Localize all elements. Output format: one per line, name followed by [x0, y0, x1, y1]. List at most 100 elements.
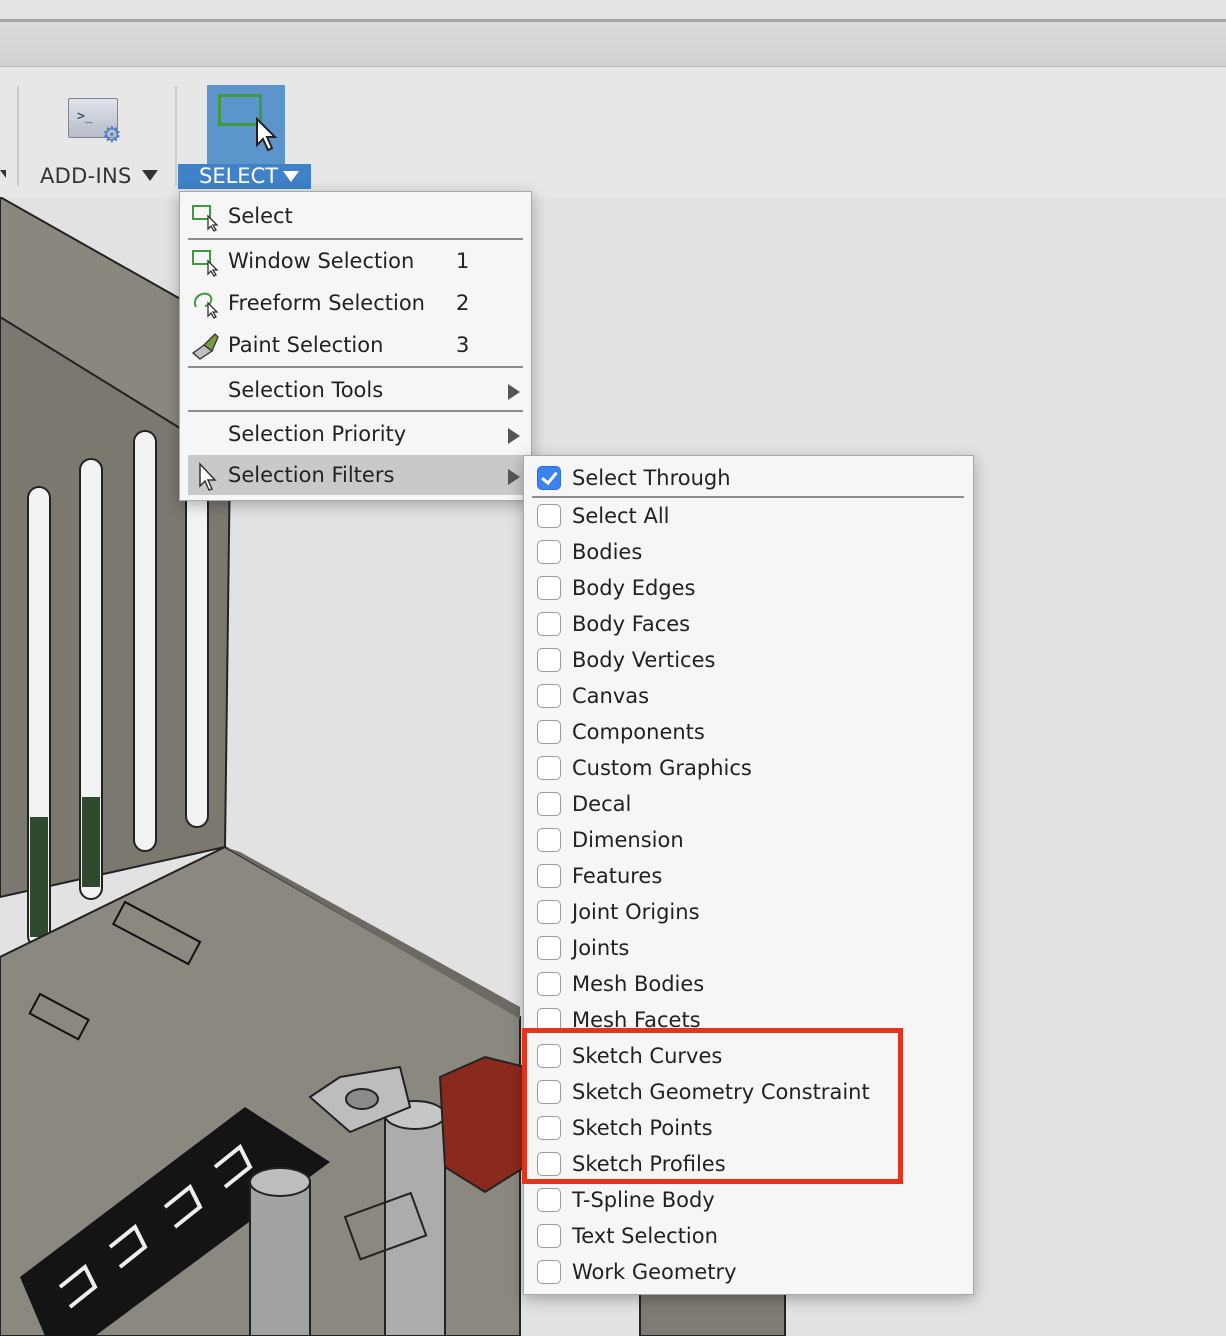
filter-item-features[interactable]: Features — [524, 859, 973, 895]
menu-separator — [188, 410, 523, 412]
filter-item-body-edges[interactable]: Body Edges — [524, 571, 973, 607]
filter-item-label: Sketch Curves — [572, 1044, 723, 1068]
checkbox[interactable] — [537, 1260, 561, 1284]
checkbox[interactable] — [537, 1224, 561, 1248]
filter-item-bodies[interactable]: Bodies — [524, 535, 973, 571]
filter-item-label: Components — [572, 720, 705, 744]
filter-item-canvas[interactable]: Canvas — [524, 679, 973, 715]
filter-item-t-spline-body[interactable]: T-Spline Body — [524, 1183, 973, 1219]
checkbox[interactable] — [537, 972, 561, 996]
filter-item-label: Decal — [572, 792, 632, 816]
filter-item-components[interactable]: Components — [524, 715, 973, 751]
checkbox[interactable] — [537, 864, 561, 888]
filter-item-label: Custom Graphics — [572, 756, 752, 780]
filter-item-label: Select All — [572, 504, 670, 528]
select-dropdown-menu: Select Window Selection 1 Freeform Selec… — [179, 191, 532, 501]
filter-item-decal[interactable]: Decal — [524, 787, 973, 823]
menu-shortcut: 3 — [456, 333, 470, 357]
filter-item-body-vertices[interactable]: Body Vertices — [524, 643, 973, 679]
select-button[interactable] — [207, 85, 285, 165]
checkbox[interactable] — [537, 1116, 561, 1140]
filter-item-sketch-geometry-constraint[interactable]: Sketch Geometry Constraint — [524, 1075, 973, 1111]
addins-dropdown-caret-icon[interactable] — [142, 170, 158, 181]
checkbox[interactable] — [537, 1044, 561, 1068]
menu-item-label: Select — [228, 204, 293, 228]
menu-item-label: Selection Filters — [228, 463, 395, 487]
checkbox[interactable] — [537, 648, 561, 672]
selection-filters-submenu: Select Through Select All Bodies Body Ed… — [523, 455, 974, 1295]
filter-item-joints[interactable]: Joints — [524, 931, 973, 967]
checkbox[interactable] — [537, 1008, 561, 1032]
filter-item-label: Sketch Profiles — [572, 1152, 726, 1176]
filter-item-label: Dimension — [572, 828, 684, 852]
addins-button-label[interactable]: ADD-INS — [40, 164, 132, 188]
submenu-arrow-icon — [508, 469, 520, 485]
menu-separator — [188, 238, 523, 240]
filter-item-sketch-points[interactable]: Sketch Points — [524, 1111, 973, 1147]
filter-item-select-all[interactable]: Select All — [524, 499, 973, 535]
menu-item-selection-filters[interactable]: Selection Filters — [188, 455, 531, 495]
prompt-glyph: >_ — [77, 109, 93, 124]
submenu-arrow-icon — [508, 384, 520, 400]
menu-shortcut: 1 — [456, 249, 470, 273]
checkbox[interactable] — [537, 576, 561, 600]
filter-item-sketch-curves[interactable]: Sketch Curves — [524, 1039, 973, 1075]
menu-separator — [188, 366, 523, 368]
filter-item-mesh-facets[interactable]: Mesh Facets — [524, 1003, 973, 1039]
filter-item-mesh-bodies[interactable]: Mesh Bodies — [524, 967, 973, 1003]
checkbox[interactable] — [537, 828, 561, 852]
title-strip — [0, 22, 1226, 67]
filter-item-label: Body Vertices — [572, 648, 716, 672]
menu-item-label: Selection Tools — [228, 378, 384, 402]
previous-group-caret-icon[interactable] — [0, 170, 6, 178]
filter-item-label: Mesh Facets — [572, 1008, 701, 1032]
filter-item-work-geometry[interactable]: Work Geometry — [524, 1255, 973, 1291]
filter-item-text-selection[interactable]: Text Selection — [524, 1219, 973, 1255]
filter-item-dimension[interactable]: Dimension — [524, 823, 973, 859]
window-select-icon — [192, 250, 219, 277]
checkbox[interactable] — [537, 684, 561, 708]
filter-item-body-faces[interactable]: Body Faces — [524, 607, 973, 643]
toolbar-separator — [17, 86, 19, 186]
lasso-icon — [194, 292, 219, 319]
select-button-label[interactable]: SELECT — [199, 164, 278, 188]
menu-item-selection-tools[interactable]: Selection Tools — [180, 370, 531, 410]
menu-item-label: Freeform Selection — [228, 291, 425, 315]
checkbox[interactable] — [537, 612, 561, 636]
paint-brush-icon — [191, 333, 219, 360]
menu-item-label: Paint Selection — [228, 333, 384, 357]
filter-item-label: Select Through — [572, 466, 731, 490]
menu-separator — [532, 496, 964, 498]
filter-item-label: Canvas — [572, 684, 650, 708]
checkbox[interactable] — [537, 1152, 561, 1176]
checkbox[interactable] — [537, 792, 561, 816]
checkbox[interactable] — [537, 756, 561, 780]
filter-item-label: Sketch Geometry Constraint — [572, 1080, 870, 1104]
select-dropdown-caret-icon[interactable] — [283, 171, 299, 182]
checkbox[interactable] — [537, 1188, 561, 1212]
checkbox[interactable] — [537, 900, 561, 924]
filter-item-joint-origins[interactable]: Joint Origins — [524, 895, 973, 931]
checkbox[interactable] — [537, 540, 561, 564]
filter-item-label: Body Edges — [572, 576, 696, 600]
filter-item-label: Mesh Bodies — [572, 972, 705, 996]
checkbox-checked[interactable] — [537, 466, 561, 490]
filter-item-label: Text Selection — [572, 1224, 718, 1248]
checkbox[interactable] — [537, 504, 561, 528]
menu-item-selection-priority[interactable]: Selection Priority — [180, 414, 531, 454]
filter-item-select-through[interactable]: Select Through — [524, 461, 973, 497]
checkbox[interactable] — [537, 1080, 561, 1104]
filter-item-label: Sketch Points — [572, 1116, 713, 1140]
filter-item-label: Body Faces — [572, 612, 691, 636]
submenu-arrow-icon — [508, 428, 520, 444]
cursor-icon — [199, 462, 217, 491]
filter-item-label: T-Spline Body — [572, 1188, 715, 1212]
filter-item-label: Joints — [572, 936, 630, 960]
checkbox[interactable] — [537, 936, 561, 960]
filter-item-label: Work Geometry — [572, 1260, 737, 1284]
window-top — [0, 0, 1226, 20]
menu-shortcut: 2 — [456, 291, 470, 315]
filter-item-custom-graphics[interactable]: Custom Graphics — [524, 751, 973, 787]
checkbox[interactable] — [537, 720, 561, 744]
filter-item-sketch-profiles[interactable]: Sketch Profiles — [524, 1147, 973, 1183]
